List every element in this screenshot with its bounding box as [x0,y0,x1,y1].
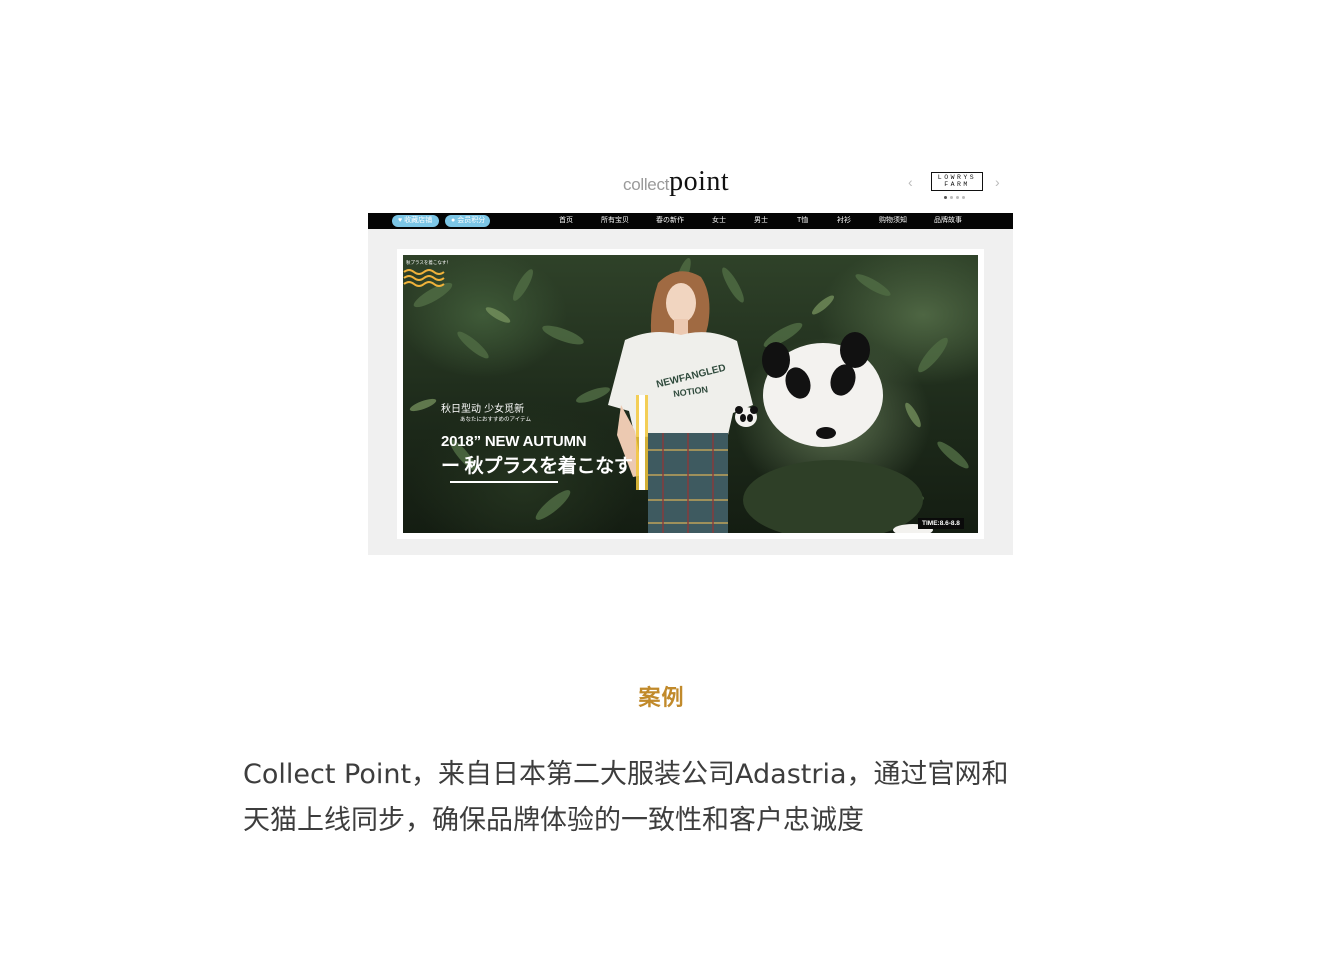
nav-item-brand-story[interactable]: 品牌故事 [934,213,962,229]
banner-frame: NEWFANGLED NOTION 秋プラスを着こなす！ 秋日型动 少女觅新 あ… [397,249,984,539]
lowrys-farm-logo[interactable]: LOWRYS FARM [931,172,983,191]
carousel-dot[interactable] [962,196,965,199]
carousel-dot[interactable] [944,196,947,199]
brand-carousel-dots [944,196,965,199]
brand-logo-line1: LOWRYS [937,174,977,181]
store-header: collectpoint ‹ LOWRYS FARM › [368,160,1013,213]
nav-item-shirts[interactable]: 衬衫 [837,213,851,229]
case-label: 案例 [638,686,685,711]
logo-text-point: point [669,166,730,197]
wave-decoration-icon [403,269,445,287]
banner-jp-line: あなたにおすすめのアイテム [460,417,531,423]
nav-item-tshirt[interactable]: T恤 [797,213,808,229]
brand-next-arrow-icon[interactable]: › [995,174,1000,190]
member-points-label: 会员积分 [457,217,486,224]
banner-tag-small: 秋プラスを着こなす！ [406,260,451,265]
favorite-shop-label: 收藏店铺 [404,217,433,224]
carousel-dot[interactable] [956,196,959,199]
nav-item-all-products[interactable]: 所有宝贝 [601,213,629,229]
banner-headline-2: ー 秋プラスを着こなす [441,456,633,477]
collect-point-logo[interactable]: collectpoint [623,166,729,200]
description-line-1: Collect Point，来自日本第二大服装公司Adastria，通过官网和 [243,759,1009,790]
banner-photo: NEWFANGLED NOTION [409,257,969,533]
case-description: Collect Point，来自日本第二大服装公司Adastria，通过官网和 … [243,752,1103,844]
time-badge: TIME:8.6-8.8 [918,518,964,529]
description-line-2: 天猫上线同步，确保品牌体验的一致性和客户忠诚度 [243,805,864,836]
nav-item-shopping-guide[interactable]: 购物须知 [879,213,907,229]
accent-bar [636,395,648,490]
user-icon: ● [451,217,456,224]
brand-logo-line2: FARM [944,181,970,188]
headline-underline [450,481,558,483]
logo-text-collect: collect [623,175,670,194]
banner-headline-1: 2018” NEW AUTUMN [441,433,587,450]
nav-item-home[interactable]: 首页 [559,213,573,229]
nav-item-men[interactable]: 男士 [754,213,768,229]
autumn-banner[interactable]: NEWFANGLED NOTION 秋プラスを着こなす！ 秋日型动 少女觅新 あ… [403,255,978,533]
favorite-shop-button[interactable]: ♥ 收藏店铺 [392,215,439,227]
heart-icon: ♥ [398,217,403,224]
nav-item-women[interactable]: 女士 [712,213,726,229]
banner-cn-line: 秋日型动 少女觅新 [441,404,525,415]
brand-prev-arrow-icon[interactable]: ‹ [908,174,913,190]
carousel-dot[interactable] [950,196,953,199]
store-screenshot: collectpoint ‹ LOWRYS FARM › ♥ 收藏店铺 ● 会员积分… [368,160,1013,555]
nav-item-spring-new[interactable]: 春の新作 [656,213,684,229]
member-points-button[interactable]: ● 会员积分 [445,215,490,227]
store-navbar: ♥ 收藏店铺 ● 会员积分 首页 所有宝贝 春の新作 女士 男士 T恤 衬衫 购物须… [368,213,1013,229]
